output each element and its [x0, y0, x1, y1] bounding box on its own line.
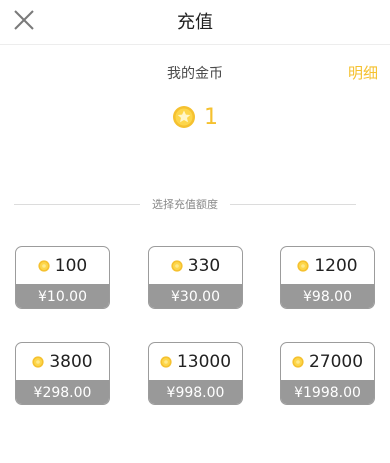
details-link[interactable]: 明细: [348, 62, 378, 83]
package-price: ¥98.00: [281, 284, 374, 308]
package-amount-row: 27000: [281, 343, 374, 380]
package-coin-amount: 330: [187, 255, 221, 276]
gold-coin-icon: [173, 106, 195, 128]
package-coin-amount: 13000: [176, 351, 232, 372]
package-amount-row: 1200: [281, 247, 374, 284]
package-amount-row: 100: [16, 247, 109, 284]
package-amount-row: 13000: [149, 343, 242, 380]
gold-coin-icon: [292, 355, 304, 368]
package-coin-amount: 1200: [314, 255, 358, 276]
package-price: ¥30.00: [149, 284, 242, 308]
my-coins-label: 我的金币: [167, 66, 223, 82]
gold-coin-icon: [38, 259, 50, 272]
package-amount-row: 330: [149, 247, 242, 284]
recharge-package[interactable]: 330 ¥30.00: [148, 246, 243, 309]
gold-coin-icon: [171, 259, 183, 272]
recharge-page: 充值 我的金币 明细 1 选择充值额度 100 ¥10.00 330 ¥30.00 12…: [0, 0, 390, 463]
page-title: 充值: [177, 12, 213, 33]
gold-coin-icon: [32, 355, 44, 368]
package-price: ¥298.00: [16, 380, 109, 404]
package-coin-amount: 3800: [49, 351, 93, 372]
package-price: ¥10.00: [16, 284, 109, 308]
recharge-package[interactable]: 13000 ¥998.00: [148, 342, 243, 405]
package-coin-amount: 100: [54, 255, 88, 276]
gold-coin-icon: [297, 259, 309, 272]
package-amount-row: 3800: [16, 343, 109, 380]
gold-coin-icon: [160, 355, 172, 368]
section-divider: 选择充值额度: [14, 196, 356, 212]
package-coin-amount: 27000: [308, 351, 364, 372]
coin-balance: 1: [0, 102, 390, 132]
recharge-package[interactable]: 3800 ¥298.00: [15, 342, 110, 405]
recharge-package[interactable]: 100 ¥10.00: [15, 246, 110, 309]
divider-line-right: [230, 204, 356, 205]
package-price: ¥1998.00: [281, 380, 374, 404]
package-price: ¥998.00: [149, 380, 242, 404]
recharge-package[interactable]: 1200 ¥98.00: [280, 246, 375, 309]
balance-value: 1: [204, 104, 218, 130]
header-bar: 充值: [0, 0, 390, 45]
recharge-package[interactable]: 27000 ¥1998.00: [280, 342, 375, 405]
